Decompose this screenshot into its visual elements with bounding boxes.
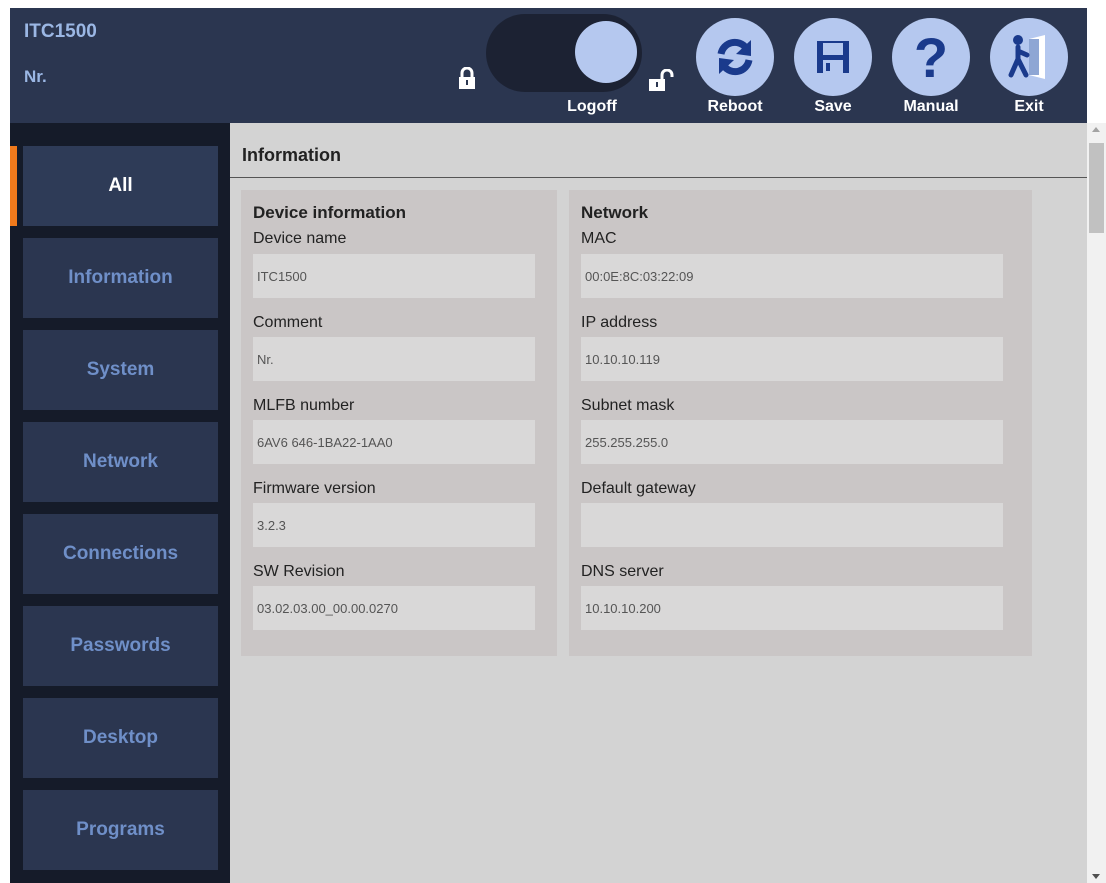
ip-address-label: IP address [581, 314, 658, 331]
scroll-thumb[interactable] [1089, 143, 1104, 233]
mac-label: MAC [581, 230, 617, 247]
default-gateway-label: Default gateway [581, 480, 696, 497]
reboot-button[interactable]: Reboot [693, 18, 775, 118]
ip-address-field[interactable] [581, 337, 1003, 381]
reboot-circle[interactable] [696, 18, 774, 96]
device-comment-subtitle: Nr. [24, 67, 47, 86]
device-name-field[interactable] [253, 254, 535, 298]
sidebar-item-passwords[interactable]: Passwords [23, 606, 218, 686]
sidebar-item-information[interactable]: Information [23, 238, 218, 318]
logoff-toggle[interactable] [486, 14, 642, 92]
save-circle[interactable] [794, 18, 872, 96]
subnet-mask-field[interactable] [581, 420, 1003, 464]
scroll-up-arrow-icon[interactable] [1092, 127, 1100, 132]
page-title: Information [242, 145, 341, 165]
device-name-label: Device name [253, 230, 347, 247]
dns-server-field[interactable] [581, 586, 1003, 630]
manual-label: Manual [903, 98, 959, 115]
exit-door-icon [1008, 35, 1045, 79]
network-heading: Network [581, 203, 649, 222]
vertical-scrollbar[interactable] [1087, 123, 1106, 883]
sidebar-item-network[interactable]: Network [23, 422, 218, 502]
sidebar-item-desktop[interactable]: Desktop [23, 698, 218, 778]
sidebar-item-programs[interactable]: Programs [23, 790, 218, 870]
sw-revision-field[interactable] [253, 586, 535, 630]
sidebar: All Information System Network Connectio… [10, 123, 230, 883]
device-name-title: ITC1500 [24, 21, 97, 42]
subnet-mask-label: Subnet mask [581, 397, 675, 414]
active-indicator [10, 146, 17, 226]
sidebar-item-all[interactable]: All [23, 146, 218, 226]
title-divider [230, 177, 1087, 178]
exit-label: Exit [1014, 98, 1044, 115]
toggle-knob[interactable] [575, 21, 637, 83]
sidebar-item-connections[interactable]: Connections [23, 514, 218, 594]
manual-circle[interactable]: ? [892, 18, 970, 96]
floppy-disk-icon [817, 41, 849, 73]
question-mark-icon: ? [913, 26, 949, 89]
sw-revision-label: SW Revision [253, 563, 345, 580]
network-panel: Network MAC IP address Subnet mask Defau… [569, 190, 1032, 656]
top-bar: ITC1500 Nr. Logoff Reboot Save ? Manual … [10, 8, 1087, 123]
scroll-down-arrow-icon[interactable] [1092, 874, 1100, 879]
refresh-icon [717, 38, 753, 76]
firmware-version-label: Firmware version [253, 480, 376, 497]
comment-label: Comment [253, 314, 323, 331]
manual-button[interactable]: ? Manual [889, 18, 971, 118]
exit-circle[interactable] [990, 18, 1068, 96]
firmware-version-field[interactable] [253, 503, 535, 547]
device-info-panel: Device information Device name Comment M… [241, 190, 557, 656]
main-content: Information Device information Device na… [230, 123, 1087, 883]
exit-button[interactable]: Exit [987, 18, 1069, 118]
device-info-heading: Device information [253, 203, 407, 222]
lock-closed-icon [459, 67, 475, 89]
reboot-label: Reboot [707, 98, 763, 115]
sidebar-item-system[interactable]: System [23, 330, 218, 410]
mac-field[interactable] [581, 254, 1003, 298]
default-gateway-field[interactable] [581, 503, 1003, 547]
mlfb-number-label: MLFB number [253, 397, 355, 414]
comment-field[interactable] [253, 337, 535, 381]
lock-open-icon [649, 69, 674, 91]
mlfb-number-field[interactable] [253, 420, 535, 464]
save-button[interactable]: Save [791, 18, 873, 118]
save-label: Save [814, 98, 852, 115]
dns-server-label: DNS server [581, 563, 664, 580]
logoff-label: Logoff [567, 98, 617, 115]
